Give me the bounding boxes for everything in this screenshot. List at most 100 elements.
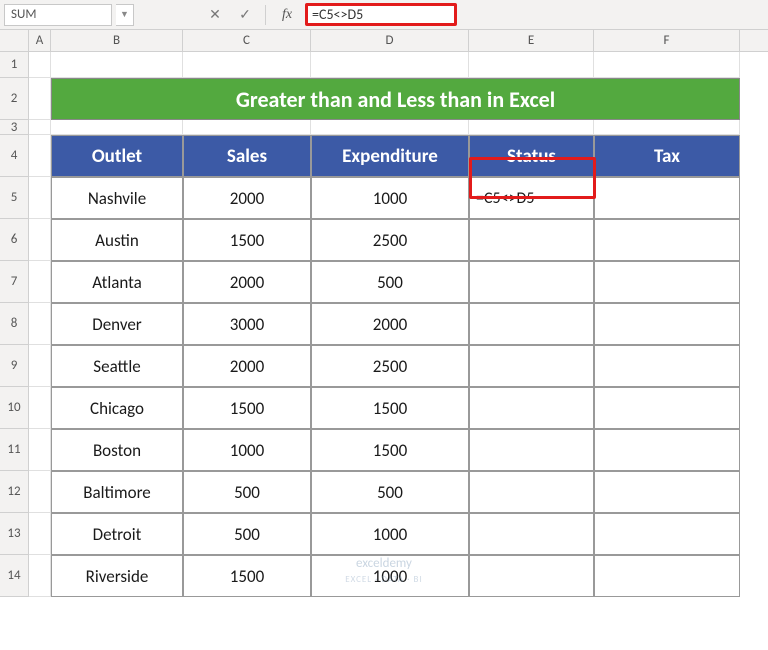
cell-status[interactable] bbox=[469, 219, 594, 261]
row-header-7[interactable]: 7 bbox=[0, 261, 29, 303]
col-header-d[interactable]: D bbox=[311, 30, 469, 51]
cell-tax[interactable] bbox=[594, 219, 740, 261]
cell[interactable] bbox=[51, 52, 183, 78]
row-header-5[interactable]: 5 bbox=[0, 177, 29, 219]
cell[interactable]: 1500 bbox=[311, 429, 469, 471]
cell[interactable] bbox=[311, 52, 469, 78]
cell[interactable]: 500 bbox=[311, 471, 469, 513]
cell[interactable] bbox=[594, 120, 740, 135]
cell-status[interactable] bbox=[469, 555, 594, 597]
cell[interactable] bbox=[29, 471, 51, 513]
cell[interactable] bbox=[311, 120, 469, 135]
cell[interactable]: 1000 bbox=[311, 177, 469, 219]
cell[interactable]: Denver bbox=[51, 303, 183, 345]
row-header-2[interactable]: 2 bbox=[0, 78, 29, 120]
cell-status[interactable]: =C5<>D5 bbox=[469, 177, 594, 219]
cell[interactable]: 2500 bbox=[311, 345, 469, 387]
cell-status[interactable] bbox=[469, 387, 594, 429]
row-header-9[interactable]: 9 bbox=[0, 345, 29, 387]
cell[interactable]: Seattle bbox=[51, 345, 183, 387]
formula-input[interactable]: =C5<>D5 bbox=[305, 3, 457, 26]
fx-icon[interactable]: fx bbox=[273, 4, 301, 26]
cell[interactable] bbox=[29, 78, 51, 120]
row-header-12[interactable]: 12 bbox=[0, 471, 29, 513]
cell[interactable] bbox=[469, 120, 594, 135]
row-header-4[interactable]: 4 bbox=[0, 135, 29, 177]
cell-status[interactable] bbox=[469, 345, 594, 387]
cell[interactable] bbox=[29, 52, 51, 78]
cell-status[interactable] bbox=[469, 429, 594, 471]
cell[interactable]: 500 bbox=[183, 513, 311, 555]
cell-tax[interactable] bbox=[594, 387, 740, 429]
col-header-a[interactable]: A bbox=[29, 30, 51, 51]
cell[interactable] bbox=[183, 52, 311, 78]
cell[interactable]: 1500 bbox=[311, 387, 469, 429]
cell[interactable]: 2000 bbox=[183, 177, 311, 219]
cell[interactable] bbox=[29, 219, 51, 261]
cell[interactable] bbox=[29, 120, 51, 135]
table-header-sales[interactable]: Sales bbox=[183, 135, 311, 177]
cell[interactable]: 1000 bbox=[311, 555, 469, 597]
row-header-11[interactable]: 11 bbox=[0, 429, 29, 471]
page-title[interactable]: Greater than and Less than in Excel bbox=[51, 78, 740, 120]
cell[interactable]: 500 bbox=[311, 261, 469, 303]
cell[interactable]: Atlanta bbox=[51, 261, 183, 303]
cell[interactable]: 2000 bbox=[183, 345, 311, 387]
row-header-13[interactable]: 13 bbox=[0, 513, 29, 555]
cell-tax[interactable] bbox=[594, 513, 740, 555]
cell[interactable] bbox=[29, 555, 51, 597]
col-header-f[interactable]: F bbox=[594, 30, 740, 51]
cell-tax[interactable] bbox=[594, 345, 740, 387]
cell-status[interactable] bbox=[469, 303, 594, 345]
row-header-6[interactable]: 6 bbox=[0, 219, 29, 261]
cell[interactable] bbox=[51, 120, 183, 135]
cell-tax[interactable] bbox=[594, 429, 740, 471]
row-header-1[interactable]: 1 bbox=[0, 52, 29, 78]
cell[interactable] bbox=[29, 387, 51, 429]
cell-tax[interactable] bbox=[594, 555, 740, 597]
row-header-8[interactable]: 8 bbox=[0, 303, 29, 345]
cell[interactable]: 2500 bbox=[311, 219, 469, 261]
name-box[interactable]: SUM bbox=[4, 4, 112, 26]
cell[interactable]: 1500 bbox=[183, 219, 311, 261]
cell[interactable]: 1000 bbox=[311, 513, 469, 555]
cell[interactable]: Baltimore bbox=[51, 471, 183, 513]
cell[interactable]: 1500 bbox=[183, 555, 311, 597]
row-header-10[interactable]: 10 bbox=[0, 387, 29, 429]
cell[interactable]: 2000 bbox=[183, 261, 311, 303]
cell[interactable]: Boston bbox=[51, 429, 183, 471]
cell[interactable] bbox=[29, 261, 51, 303]
cell[interactable]: Chicago bbox=[51, 387, 183, 429]
table-header-outlet[interactable]: Outlet bbox=[51, 135, 183, 177]
table-header-expenditure[interactable]: Expenditure bbox=[311, 135, 469, 177]
table-header-status[interactable]: Status bbox=[469, 135, 594, 177]
cell-status[interactable] bbox=[469, 261, 594, 303]
row-header-3[interactable]: 3 bbox=[0, 120, 29, 135]
cell[interactable]: Austin bbox=[51, 219, 183, 261]
cell[interactable]: Detroit bbox=[51, 513, 183, 555]
cell[interactable] bbox=[469, 52, 594, 78]
cell[interactable] bbox=[29, 513, 51, 555]
col-header-e[interactable]: E bbox=[469, 30, 594, 51]
cell[interactable] bbox=[29, 135, 51, 177]
cell[interactable]: 2000 bbox=[311, 303, 469, 345]
cell[interactable]: 3000 bbox=[183, 303, 311, 345]
cell[interactable] bbox=[183, 120, 311, 135]
accept-formula-icon[interactable]: ✓ bbox=[232, 4, 258, 26]
cell[interactable]: Riverside bbox=[51, 555, 183, 597]
select-all-corner[interactable] bbox=[0, 30, 29, 51]
table-header-tax[interactable]: Tax bbox=[594, 135, 740, 177]
cell-status[interactable] bbox=[469, 471, 594, 513]
cell-tax[interactable] bbox=[594, 261, 740, 303]
col-header-b[interactable]: B bbox=[51, 30, 183, 51]
cell[interactable]: Nashvile bbox=[51, 177, 183, 219]
cell[interactable]: 1500 bbox=[183, 387, 311, 429]
cancel-formula-icon[interactable]: ✕ bbox=[202, 4, 228, 26]
row-header-14[interactable]: 14 bbox=[0, 555, 29, 597]
spreadsheet-grid[interactable]: A B C D E F 1 2 Greater than and Less th… bbox=[0, 30, 768, 597]
cell-tax[interactable] bbox=[594, 177, 740, 219]
col-header-c[interactable]: C bbox=[183, 30, 311, 51]
cell[interactable]: 500 bbox=[183, 471, 311, 513]
cell-tax[interactable] bbox=[594, 471, 740, 513]
cell[interactable]: 1000 bbox=[183, 429, 311, 471]
